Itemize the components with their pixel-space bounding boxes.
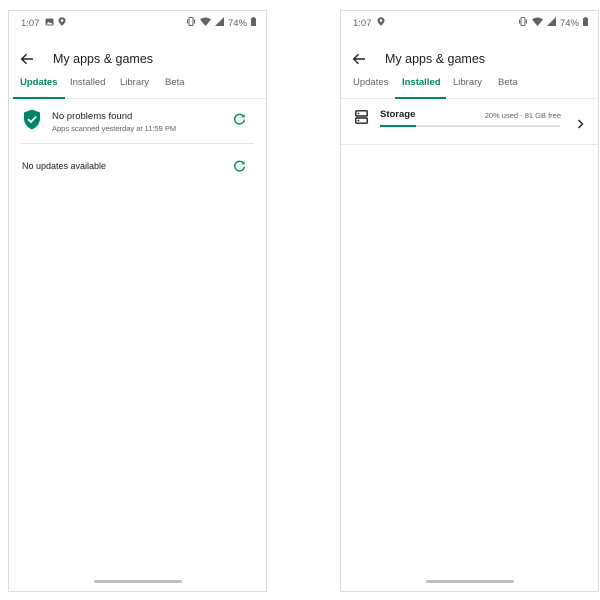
chevron-right-icon bbox=[577, 116, 584, 134]
location-icon bbox=[377, 17, 385, 28]
active-tab-indicator bbox=[395, 97, 446, 99]
active-tab-indicator bbox=[13, 97, 65, 99]
no-updates-message: No updates available bbox=[22, 161, 107, 171]
battery-percent: 74% bbox=[227, 17, 247, 29]
refresh-scan-button[interactable] bbox=[230, 110, 248, 128]
tab-beta[interactable]: Beta bbox=[498, 77, 518, 99]
storage-progress-bar bbox=[380, 125, 560, 127]
phone-screen-updates: 1:07 74% My apps & games Updates Install… bbox=[8, 10, 267, 592]
scan-status-title: No problems found bbox=[52, 111, 133, 122]
scan-status-subtitle: Apps scanned yesterday at 11:59 PM bbox=[52, 124, 177, 133]
wifi-icon bbox=[199, 17, 211, 29]
tab-bar: Updates Installed Library Beta bbox=[341, 73, 598, 99]
tab-installed[interactable]: Installed bbox=[70, 77, 105, 99]
tab-bar: Updates Installed Library Beta bbox=[9, 73, 266, 99]
vibrate-icon bbox=[186, 17, 196, 29]
home-indicator[interactable] bbox=[93, 580, 182, 583]
refresh-icon bbox=[233, 113, 245, 125]
shield-check-icon bbox=[23, 109, 41, 135]
back-button[interactable] bbox=[347, 47, 371, 71]
refresh-icon bbox=[233, 160, 245, 172]
tab-library[interactable]: Library bbox=[453, 77, 482, 99]
arrow-back-icon bbox=[20, 53, 33, 65]
status-bar: 1:07 74% bbox=[341, 11, 598, 35]
play-protect-status: No problems found Apps scanned yesterday… bbox=[9, 107, 266, 143]
wifi-icon bbox=[531, 17, 543, 29]
tab-beta[interactable]: Beta bbox=[165, 77, 185, 99]
storage-icon bbox=[355, 110, 368, 129]
vibrate-icon bbox=[518, 17, 528, 29]
signal-icon bbox=[546, 17, 556, 29]
arrow-back-icon bbox=[352, 53, 365, 65]
tab-updates[interactable]: Updates bbox=[20, 77, 57, 99]
location-icon bbox=[58, 17, 66, 28]
home-indicator[interactable] bbox=[425, 580, 514, 583]
signal-icon bbox=[214, 17, 224, 29]
tab-installed[interactable]: Installed bbox=[402, 77, 441, 99]
back-button[interactable] bbox=[15, 47, 39, 71]
divider bbox=[21, 143, 254, 144]
storage-usage-text: 20% used - 81 GB free bbox=[484, 111, 561, 120]
phone-screen-installed: 1:07 74% My apps & games Updates Install… bbox=[340, 10, 599, 592]
storage-row[interactable]: Storage 20% used - 81 GB free bbox=[341, 105, 598, 145]
check-updates-button[interactable] bbox=[230, 157, 248, 175]
page-title: My apps & games bbox=[385, 52, 486, 66]
battery-percent: 74% bbox=[559, 17, 579, 29]
page-title: My apps & games bbox=[53, 52, 154, 66]
status-time: 1:07 bbox=[353, 18, 372, 29]
tab-updates[interactable]: Updates bbox=[353, 77, 388, 99]
battery-icon bbox=[251, 17, 256, 29]
battery-icon bbox=[583, 17, 588, 29]
storage-label: Storage bbox=[380, 109, 416, 120]
storage-progress-fill bbox=[380, 125, 416, 127]
tab-library[interactable]: Library bbox=[120, 77, 149, 99]
image-icon bbox=[45, 18, 54, 28]
status-time: 1:07 bbox=[21, 18, 40, 29]
status-bar: 1:07 74% bbox=[9, 11, 266, 35]
